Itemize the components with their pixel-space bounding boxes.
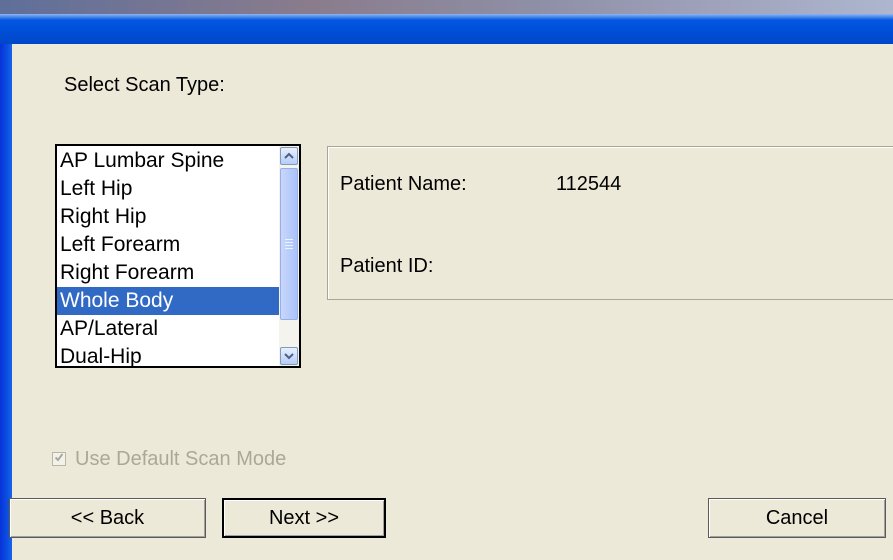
next-button[interactable]: Next >> bbox=[222, 498, 386, 538]
scan-type-option[interactable]: Left Forearm bbox=[57, 231, 279, 259]
thumb-grip-line bbox=[285, 248, 293, 249]
default-scan-mode-checkbox[interactable] bbox=[52, 452, 66, 466]
title-bar-strip bbox=[0, 0, 893, 14]
scan-type-option[interactable]: Left Hip bbox=[57, 175, 279, 203]
scan-type-option[interactable]: Right Forearm bbox=[57, 259, 279, 287]
check-icon bbox=[55, 453, 63, 462]
patient-id-label: Patient ID: bbox=[340, 255, 434, 277]
scan-type-listbox[interactable]: AP Lumbar Spine Left Hip Right Hip Left For… bbox=[55, 144, 301, 368]
scan-type-dialog: Select Scan Type: AP Lumbar Spine Left Hi… bbox=[0, 0, 893, 560]
default-scan-mode-label: Use Default Scan Mode bbox=[75, 447, 287, 470]
chevron-up-icon bbox=[284, 152, 294, 159]
title-bar-glow bbox=[0, 14, 893, 20]
patient-info-panel: Patient Name: 112544 Patient ID: bbox=[327, 146, 893, 300]
scan-type-list-items: AP Lumbar Spine Left Hip Right Hip Left For… bbox=[57, 147, 279, 371]
scroll-up-button[interactable] bbox=[280, 147, 298, 165]
scan-type-option[interactable]: Dual-Hip bbox=[57, 343, 279, 371]
scroll-thumb[interactable] bbox=[280, 168, 298, 320]
default-scan-mode-option[interactable]: Use Default Scan Mode bbox=[52, 446, 286, 472]
patient-name-label: Patient Name: bbox=[340, 173, 467, 195]
dialog-client-area: Select Scan Type: AP Lumbar Spine Left Hi… bbox=[9, 44, 893, 560]
thumb-grip-line bbox=[285, 245, 293, 246]
scan-type-prompt: Select Scan Type: bbox=[64, 74, 225, 96]
scan-type-option[interactable]: AP/Lateral bbox=[57, 315, 279, 343]
scan-type-option[interactable]: Right Hip bbox=[57, 203, 279, 231]
scan-type-option[interactable]: AP Lumbar Spine bbox=[57, 147, 279, 175]
chevron-down-icon bbox=[284, 353, 294, 360]
scan-type-option[interactable]: Whole Body bbox=[57, 287, 279, 315]
title-bar[interactable] bbox=[0, 0, 893, 44]
listbox-scrollbar[interactable] bbox=[279, 146, 299, 366]
thumb-grip-line bbox=[285, 239, 293, 240]
cancel-button[interactable]: Cancel bbox=[708, 498, 886, 538]
patient-name-value: 112544 bbox=[556, 173, 622, 195]
back-button[interactable]: << Back bbox=[9, 498, 206, 538]
scroll-down-button[interactable] bbox=[280, 347, 298, 365]
thumb-grip-line bbox=[285, 242, 293, 243]
window-left-border bbox=[0, 44, 12, 560]
